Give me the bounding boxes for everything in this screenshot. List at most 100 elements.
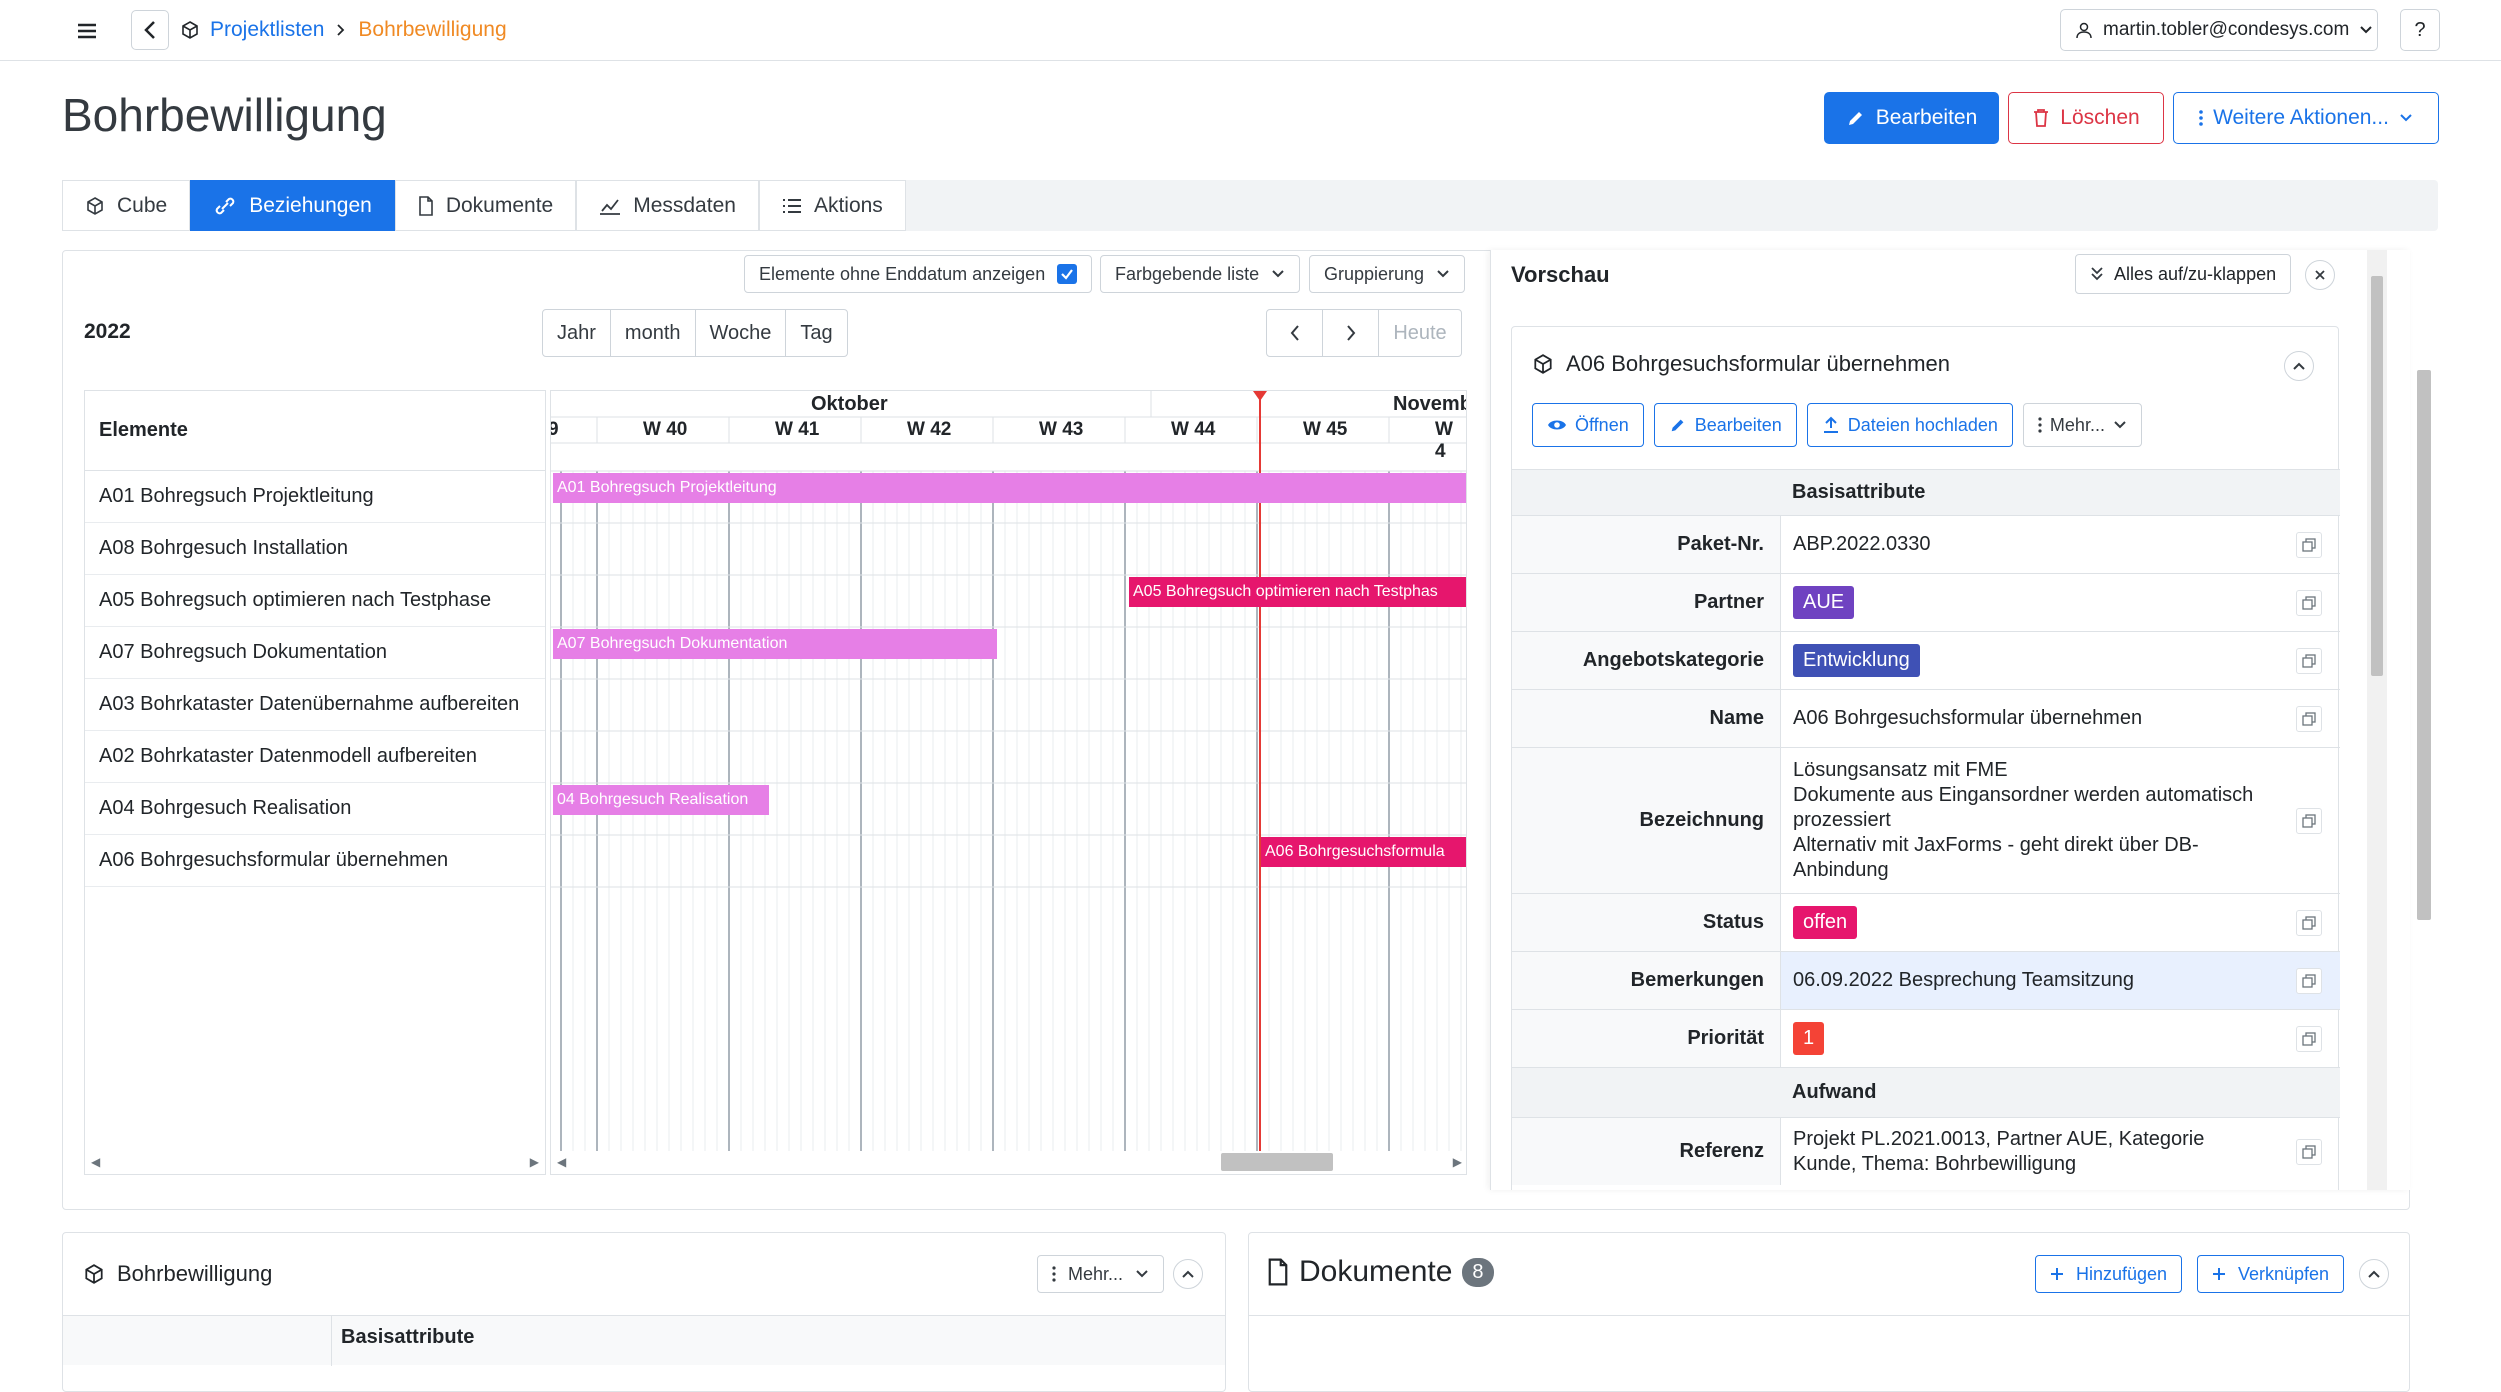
card-title: Dokumente 8 bbox=[1267, 1255, 1494, 1289]
copy-icon[interactable] bbox=[2296, 807, 2322, 834]
section-title: Basisattribute bbox=[1780, 470, 2340, 515]
gantt-timeline-scrollbar[interactable]: ◀ ▶ bbox=[551, 1151, 1466, 1173]
gantt-element-list: Elemente A01 Bohregsuch Projektleitung A… bbox=[84, 390, 546, 1175]
upload-icon bbox=[1822, 416, 1840, 434]
view-day-button[interactable]: Tag bbox=[786, 310, 846, 356]
add-document-button[interactable]: Hinzufügen bbox=[2035, 1255, 2183, 1293]
attribute-key: Partner bbox=[1512, 574, 1780, 631]
preview-edit-button[interactable]: Bearbeiten bbox=[1653, 403, 1797, 447]
today-button[interactable]: Heute bbox=[1379, 310, 1461, 356]
gantt-row[interactable]: A05 Bohregsuch optimieren nach Testphase bbox=[85, 575, 545, 627]
open-label: Öffnen bbox=[1575, 414, 1629, 435]
view-year-button[interactable]: Jahr bbox=[543, 310, 611, 356]
next-button[interactable] bbox=[1323, 310, 1379, 356]
breadcrumb-parent[interactable]: Projektlisten bbox=[210, 18, 324, 42]
close-preview-button[interactable] bbox=[2305, 260, 2335, 290]
attribute-value: Projekt PL.2021.0013, Partner AUE, Kateg… bbox=[1780, 1118, 2340, 1185]
week-label: W 42 bbox=[907, 419, 952, 440]
status-badge: offen bbox=[1793, 906, 1858, 939]
gantt-left-scrollbar[interactable]: ◀ ▶ bbox=[85, 1151, 545, 1173]
week-label: 9 bbox=[551, 419, 559, 441]
tab-aktions[interactable]: Aktions bbox=[758, 180, 906, 231]
scrollbar-thumb[interactable] bbox=[2417, 370, 2431, 920]
preview-actions: Öffnen Bearbeiten Dateien hochladen Mehr… bbox=[1532, 403, 2142, 447]
card-collapse-button[interactable] bbox=[2359, 1259, 2389, 1289]
gantt-bar[interactable]: A06 Bohrgesuchsformula bbox=[1261, 837, 1466, 867]
gantt-bar[interactable]: A05 Bohregsuch optimieren nach Testphas bbox=[1129, 577, 1466, 607]
tab-beziehungen[interactable]: Beziehungen bbox=[190, 180, 395, 231]
description-line: Alternativ mit JaxForms - geht direkt üb… bbox=[1793, 834, 2199, 881]
chevron-down-icon bbox=[1436, 269, 1450, 279]
pencil-icon bbox=[1669, 416, 1687, 434]
date-navigation: Heute bbox=[1266, 309, 1462, 357]
copy-icon[interactable] bbox=[2296, 909, 2322, 936]
copy-icon[interactable] bbox=[2296, 531, 2322, 558]
tab-dokumente[interactable]: Dokumente bbox=[394, 180, 577, 231]
gantt-bar[interactable]: A07 Bohregsuch Dokumentation bbox=[553, 629, 997, 659]
show-no-enddate-toggle[interactable]: Elemente ohne Enddatum anzeigen bbox=[744, 255, 1093, 293]
section-header: Aufwand bbox=[1512, 1067, 2340, 1117]
open-button[interactable]: Öffnen bbox=[1532, 403, 1644, 447]
attribute-row: Bezeichnung Lösungsansatz mit FME Dokume… bbox=[1512, 747, 2340, 893]
edit-button[interactable]: Bearbeiten bbox=[1824, 92, 1999, 144]
preview-item-title-text: A06 Bohrgesuchsformular übernehmen bbox=[1566, 351, 1951, 376]
tab-cube[interactable]: Cube bbox=[62, 180, 191, 231]
gantt-bar[interactable]: A01 Bohregsuch Projektleitung bbox=[553, 473, 1466, 503]
color-list-dropdown[interactable]: Farbgebende liste bbox=[1100, 255, 1301, 293]
attribute-row: Bemerkungen 06.09.2022 Besprechung Teams… bbox=[1512, 951, 2340, 1009]
gantt-row[interactable]: A04 Bohrgesuch Realisation bbox=[85, 783, 545, 835]
pencil-icon bbox=[1846, 108, 1866, 128]
toggle-all-button[interactable]: Alles auf/zu-klappen bbox=[2075, 254, 2292, 294]
checkbox-checked-icon[interactable] bbox=[1057, 264, 1078, 284]
gantt-bar[interactable]: 04 Bohrgesuch Realisation bbox=[553, 785, 769, 815]
week-label: W 44 bbox=[1171, 419, 1216, 440]
attribute-row: Name A06 Bohrgesuchsformular übernehmen bbox=[1512, 689, 2340, 747]
prev-button[interactable] bbox=[1267, 310, 1323, 356]
grouping-dropdown[interactable]: Gruppierung bbox=[1309, 255, 1466, 293]
more-actions-button[interactable]: Weitere Aktionen... bbox=[2173, 92, 2439, 144]
collapse-button[interactable] bbox=[2284, 351, 2314, 381]
menu-icon[interactable] bbox=[72, 16, 102, 46]
preview-title: Vorschau bbox=[1511, 262, 1610, 287]
preview-scrollbar[interactable] bbox=[2367, 250, 2387, 1190]
upload-files-button[interactable]: Dateien hochladen bbox=[1806, 403, 2013, 447]
plus-icon bbox=[2050, 1267, 2064, 1281]
copy-icon[interactable] bbox=[2296, 967, 2322, 994]
copy-icon[interactable] bbox=[2296, 1138, 2322, 1165]
user-menu-button[interactable]: martin.tobler@condesys.com bbox=[2060, 9, 2378, 51]
list-icon bbox=[782, 197, 802, 215]
tab-label: Cube bbox=[117, 193, 168, 217]
card-collapse-button[interactable] bbox=[1173, 1259, 1203, 1289]
view-month-button[interactable]: month bbox=[611, 310, 696, 356]
copy-icon[interactable] bbox=[2296, 647, 2322, 674]
tab-messdaten[interactable]: Messdaten bbox=[576, 180, 759, 231]
gantt-row[interactable]: A01 Bohregsuch Projektleitung bbox=[85, 471, 545, 523]
scrollbar-thumb[interactable] bbox=[1221, 1153, 1333, 1171]
remarks-value: 06.09.2022 Besprechung Teamsitzung bbox=[1793, 969, 2134, 991]
gantt-row[interactable]: A07 Bohregsuch Dokumentation bbox=[85, 627, 545, 679]
copy-icon[interactable] bbox=[2296, 589, 2322, 616]
scrollbar-thumb[interactable] bbox=[2371, 276, 2383, 676]
page-scrollbar[interactable] bbox=[2414, 250, 2434, 1340]
gantt-row[interactable]: A03 Bohrkataster Datenübernahme aufberei… bbox=[85, 679, 545, 731]
attribute-value[interactable]: 06.09.2022 Besprechung Teamsitzung bbox=[1780, 952, 2340, 1009]
gantt-timeline: Oktober Novembe 9 W 40 W 41 W 42 W 43 W … bbox=[550, 390, 1467, 1175]
view-week-button[interactable]: Woche bbox=[696, 310, 787, 356]
copy-icon[interactable] bbox=[2296, 705, 2322, 732]
name-value: A06 Bohrgesuchsformular übernehmen bbox=[1793, 707, 2143, 729]
back-button[interactable] bbox=[131, 10, 169, 50]
preview-panel: Vorschau Alles auf/zu-klappen A06 Bohrge… bbox=[1490, 250, 2410, 1190]
delete-button[interactable]: Löschen bbox=[2008, 92, 2164, 144]
attribute-key: Priorität bbox=[1512, 1010, 1780, 1067]
link-document-button[interactable]: Verknüpfen bbox=[2197, 1255, 2345, 1293]
gantt-row[interactable]: A02 Bohrkataster Datenmodell aufbereiten bbox=[85, 731, 545, 783]
copy-icon[interactable] bbox=[2296, 1025, 2322, 1052]
card-more-button[interactable]: Mehr... bbox=[1037, 1255, 1165, 1293]
preview-more-button[interactable]: Mehr... bbox=[2022, 403, 2142, 447]
gantt-row[interactable]: A08 Bohrgesuch Installation bbox=[85, 523, 545, 575]
help-button[interactable]: ? bbox=[2400, 9, 2440, 51]
attribute-key: Paket-Nr. bbox=[1512, 516, 1780, 573]
attribute-row: Angebotskategorie Entwicklung bbox=[1512, 631, 2340, 689]
description-line: Lösungsansatz mit FME bbox=[1793, 759, 2008, 781]
gantt-row[interactable]: A06 Bohrgesuchsformular übernehmen bbox=[85, 835, 545, 887]
